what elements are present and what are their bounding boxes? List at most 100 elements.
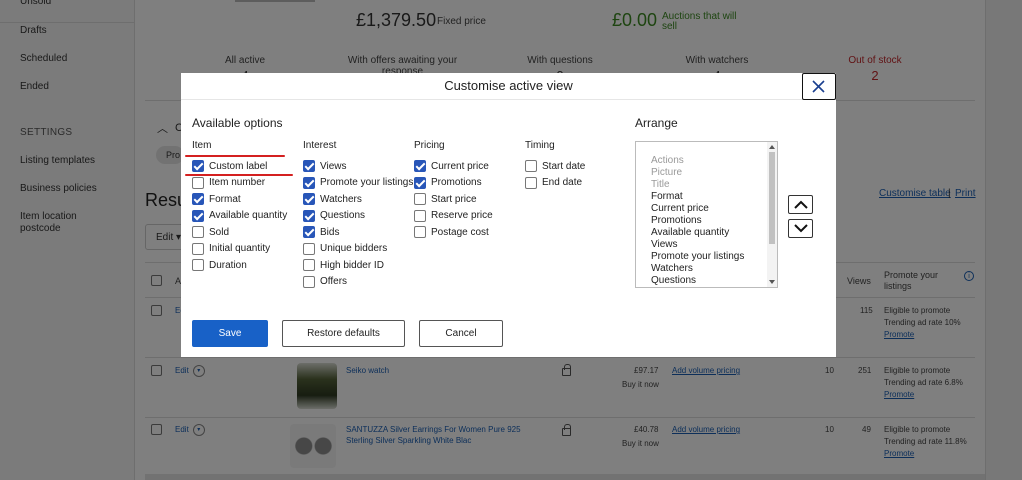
option-label: Sold: [209, 226, 230, 238]
chevron-down-icon: [794, 224, 808, 233]
option-label: Start date: [542, 160, 586, 172]
option-label: Start price: [431, 193, 477, 205]
option-item-number[interactable]: Item number: [192, 176, 265, 190]
arrange-item: Picture: [651, 167, 683, 178]
option-label: High bidder ID: [320, 259, 384, 271]
red-annotation-underline: [185, 155, 285, 157]
option-label: Current price: [431, 160, 489, 172]
checkbox[interactable]: [303, 193, 315, 205]
option-watchers[interactable]: Watchers: [303, 192, 362, 206]
arrange-item[interactable]: Promotions: [651, 215, 777, 227]
option-start-date[interactable]: Start date: [525, 159, 585, 173]
option-high-bidder-id[interactable]: High bidder ID: [303, 258, 384, 272]
save-button[interactable]: Save: [192, 320, 268, 347]
option-label: Bids: [320, 226, 340, 238]
checkbox[interactable]: [414, 176, 426, 189]
checkbox[interactable]: [303, 275, 315, 288]
arrange-items: Actions Picture Title Format Current price Pr…: [651, 155, 777, 287]
option-label: Questions: [320, 210, 366, 221]
option-bids[interactable]: Bids: [303, 225, 339, 239]
checkbox[interactable]: [192, 209, 204, 222]
option-label: Postage cost: [431, 226, 489, 238]
option-initial-quantity[interactable]: Initial quantity: [192, 242, 270, 256]
option-label: Promotions: [431, 177, 482, 188]
restore-defaults-button[interactable]: Restore defaults: [282, 320, 405, 347]
option-label: Offers: [320, 276, 348, 287]
arrange-listbox[interactable]: Actions Picture Title Format Current price Pr…: [635, 141, 778, 288]
option-label: Watchers: [320, 193, 362, 205]
arrange-item: Actions: [651, 155, 684, 166]
option-available-quantity[interactable]: Available quantity: [192, 209, 287, 223]
red-annotation-underline: [185, 174, 293, 176]
option-format[interactable]: Format: [192, 192, 241, 206]
column-heading-timing: Timing: [525, 140, 555, 151]
option-label: Duration: [209, 259, 247, 271]
checkbox[interactable]: [192, 259, 204, 271]
checkbox[interactable]: [192, 176, 204, 189]
checkbox[interactable]: [414, 226, 426, 238]
option-label: Views: [320, 160, 347, 172]
dialog-title: Customise active view: [444, 78, 573, 93]
option-label: Reserve price: [431, 210, 493, 221]
option-questions[interactable]: Questions: [303, 209, 365, 223]
checkbox[interactable]: [192, 160, 204, 172]
arrange-item: Title: [651, 179, 670, 190]
arrange-item[interactable]: Questions: [651, 275, 777, 287]
scroll-down-icon[interactable]: [769, 280, 775, 284]
option-label: Initial quantity: [209, 243, 271, 254]
option-label: Promote your listings: [320, 177, 414, 188]
checkbox[interactable]: [303, 160, 315, 172]
move-up-button[interactable]: [788, 195, 813, 214]
option-unique-bidders[interactable]: Unique bidders: [303, 242, 387, 256]
column-heading-item: Item: [192, 140, 212, 151]
column-heading-interest: Interest: [303, 140, 337, 151]
option-custom-label[interactable]: Custom label: [192, 159, 267, 173]
move-down-button[interactable]: [788, 219, 813, 238]
checkbox[interactable]: [303, 209, 315, 222]
checkbox[interactable]: [303, 176, 315, 189]
checkbox[interactable]: [192, 242, 204, 255]
option-reserve-price[interactable]: Reserve price: [414, 209, 493, 223]
arrange-scrollbar[interactable]: [767, 142, 777, 287]
checkbox[interactable]: [414, 209, 426, 222]
checkbox[interactable]: [414, 193, 426, 205]
close-icon: [812, 80, 825, 93]
option-promotions[interactable]: Promotions: [414, 176, 482, 190]
checkbox[interactable]: [303, 226, 315, 238]
arrange-item[interactable]: Watchers: [651, 263, 777, 275]
option-label: End date: [542, 177, 583, 188]
scroll-up-icon[interactable]: [769, 145, 775, 149]
checkbox[interactable]: [525, 160, 537, 172]
checkbox[interactable]: [303, 242, 315, 255]
arrange-item[interactable]: Format: [651, 191, 777, 203]
option-label: Unique bidders: [320, 243, 388, 254]
arrange-item[interactable]: Available quantity: [651, 227, 777, 239]
option-promote-your-listings[interactable]: Promote your listings: [303, 176, 413, 190]
option-label: Custom label: [209, 160, 268, 172]
arrange-item[interactable]: Current price: [651, 203, 777, 215]
checkbox[interactable]: [192, 193, 204, 205]
cancel-button[interactable]: Cancel: [419, 320, 503, 347]
close-dialog-button[interactable]: [802, 73, 836, 100]
option-end-date[interactable]: End date: [525, 176, 582, 190]
option-label: Format: [209, 193, 241, 205]
column-heading-pricing: Pricing: [414, 140, 445, 151]
scrollbar-thumb[interactable]: [769, 152, 775, 244]
option-duration[interactable]: Duration: [192, 258, 247, 272]
option-current-price[interactable]: Current price: [414, 159, 489, 173]
option-sold[interactable]: Sold: [192, 225, 229, 239]
checkbox[interactable]: [525, 176, 537, 189]
option-start-price[interactable]: Start price: [414, 192, 477, 206]
option-offers[interactable]: Offers: [303, 275, 347, 289]
customise-view-dialog: Customise active view Available options …: [181, 73, 836, 357]
chevron-up-icon: [794, 200, 808, 209]
arrange-title: Arrange: [635, 116, 678, 130]
checkbox[interactable]: [303, 259, 315, 271]
option-views[interactable]: Views: [303, 159, 347, 173]
checkbox[interactable]: [192, 226, 204, 238]
arrange-item[interactable]: Promote your listings: [651, 251, 777, 263]
checkbox[interactable]: [414, 160, 426, 172]
available-options-title: Available options: [192, 116, 283, 130]
option-postage-cost[interactable]: Postage cost: [414, 225, 489, 239]
arrange-item[interactable]: Views: [651, 239, 777, 251]
